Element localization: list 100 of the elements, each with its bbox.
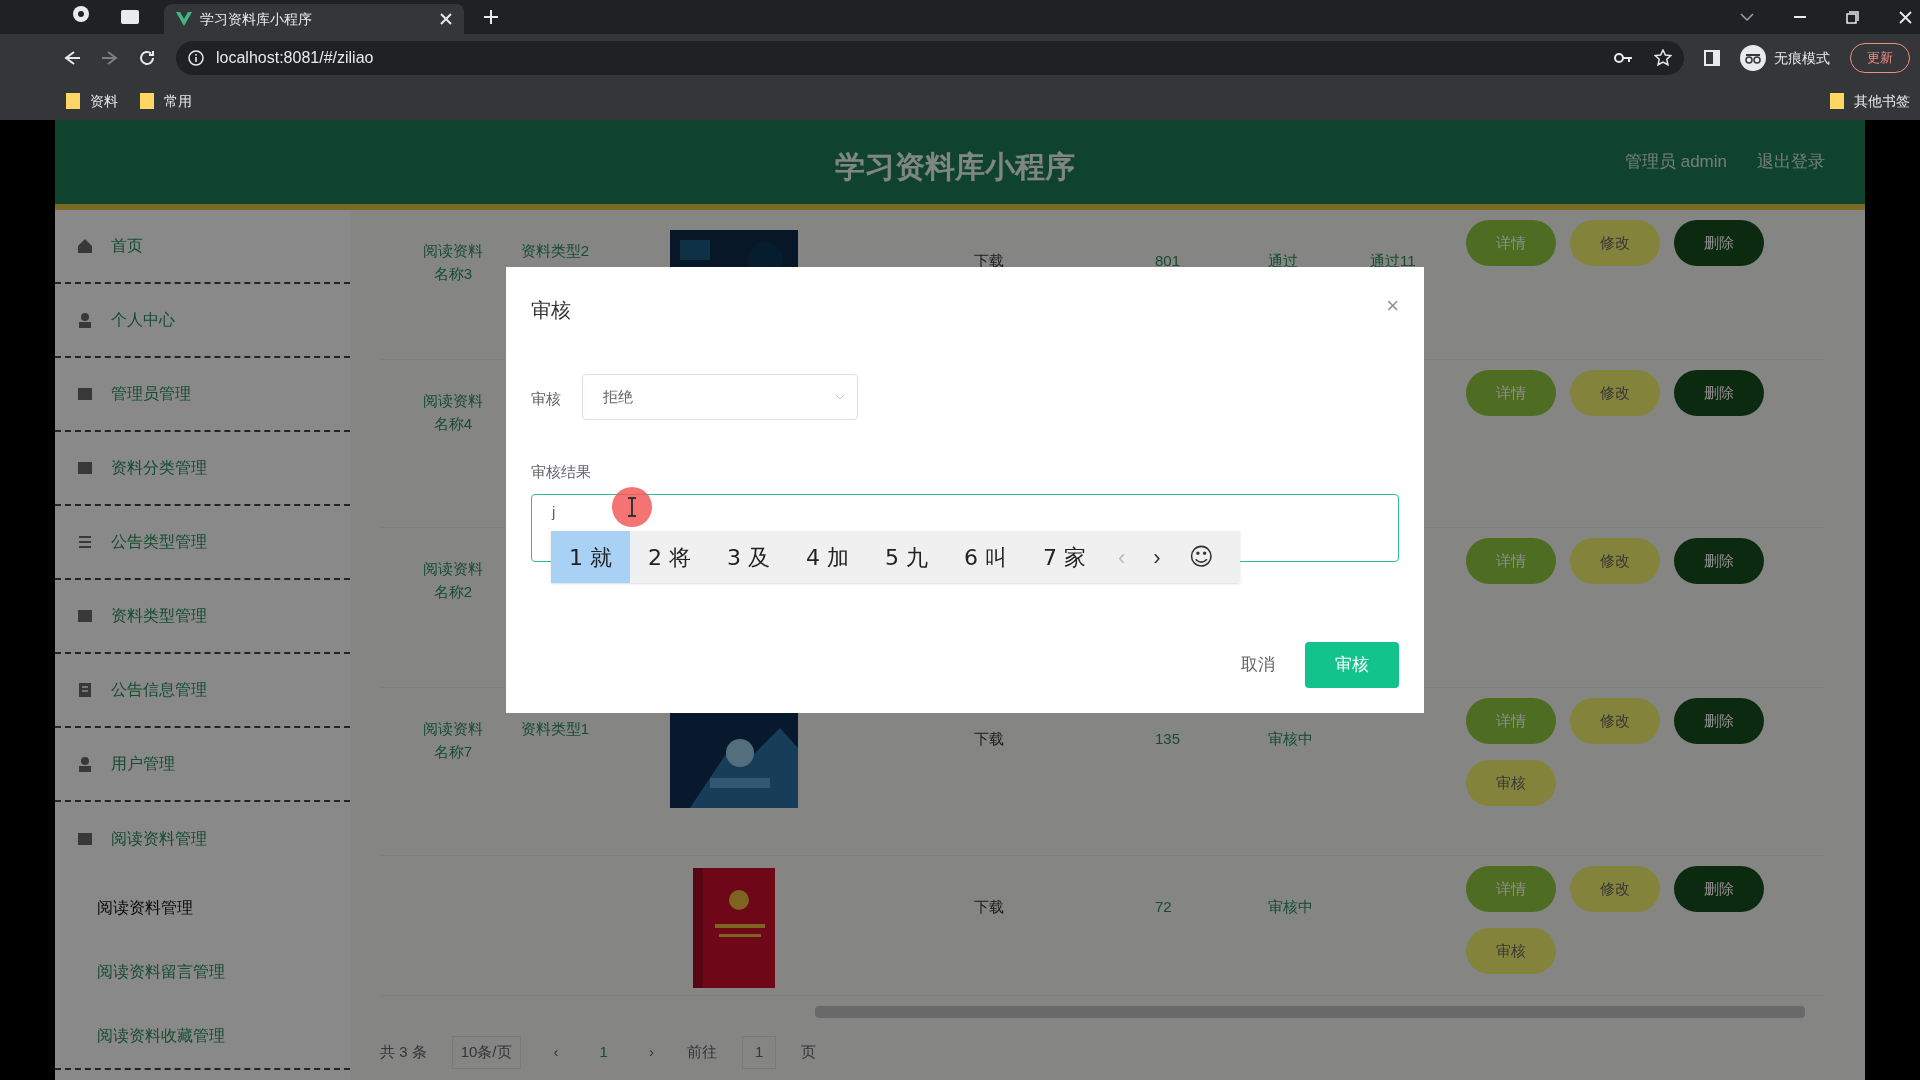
review-select[interactable]: 拒绝: [582, 374, 858, 420]
sidebar-label: 阅读资料管理: [111, 829, 207, 849]
delete-button[interactable]: 删除: [1674, 698, 1764, 744]
table-cell-text: 801: [1155, 251, 1181, 271]
total-count: 共 3 条: [380, 1042, 427, 1062]
close-button[interactable]: ×: [1386, 289, 1399, 322]
edit-button[interactable]: 修改: [1570, 220, 1660, 266]
bookmark-folder[interactable]: 资料: [90, 90, 118, 112]
bookmark-folder[interactable]: 其他书签: [1854, 90, 1910, 112]
delete-button[interactable]: 删除: [1674, 220, 1764, 266]
goto-label: 前往: [686, 1042, 717, 1062]
tab-search-icon[interactable]: [120, 9, 140, 25]
review-button[interactable]: 审核: [1466, 760, 1556, 806]
submenu-item[interactable]: 阅读资料收藏管理: [55, 1004, 350, 1068]
browser-icon[interactable]: [72, 5, 90, 23]
logout-link[interactable]: 退出登录: [1757, 149, 1825, 175]
page-size-select[interactable]: 10条/页: [451, 1036, 521, 1069]
scrollbar-thumb[interactable]: [815, 1006, 1805, 1018]
url-text: localhost:8081/#/ziliao: [216, 48, 374, 68]
sidebar-item[interactable]: 个人中心: [55, 284, 350, 358]
table-cell-text: 审核中: [1268, 897, 1313, 917]
text-cursor-icon: [612, 487, 652, 527]
address-bar[interactable]: localhost:8081/#/ziliao: [176, 41, 1684, 75]
sidebar-item[interactable]: 用户管理: [55, 728, 350, 802]
details-button[interactable]: 详情: [1466, 866, 1556, 912]
edit-button[interactable]: 修改: [1570, 698, 1660, 744]
reload-icon[interactable]: [138, 49, 156, 67]
document-icon: [77, 682, 93, 698]
delete-button[interactable]: 删除: [1674, 370, 1764, 416]
table-cell-text: 阅读资料名称2: [422, 559, 484, 602]
details-button[interactable]: 详情: [1466, 698, 1556, 744]
sidebar-item[interactable]: 资料分类管理: [55, 432, 350, 506]
tab-title: 学习资料库小程序: [200, 9, 313, 29]
edit-button[interactable]: 修改: [1570, 370, 1660, 416]
details-button[interactable]: 详情: [1466, 538, 1556, 584]
grid-icon: [77, 386, 93, 402]
table-cell-text: 阅读资料名称7: [422, 719, 484, 762]
forward-icon[interactable]: [100, 49, 118, 67]
close-icon[interactable]: [440, 13, 452, 25]
incognito-icon[interactable]: [1740, 45, 1766, 71]
sidebar-label: 个人中心: [111, 310, 175, 330]
chevron-down-icon[interactable]: [1740, 12, 1754, 22]
vue-logo-icon: [176, 12, 192, 26]
table-cell-text: 阅读资料名称3: [422, 241, 484, 284]
app-title: 学习资料库小程序: [835, 149, 1075, 185]
bookmark-folder[interactable]: 常用: [164, 90, 192, 112]
sidebar-item[interactable]: 公告信息管理: [55, 654, 350, 728]
sidebar-label: 资料类型管理: [111, 606, 207, 626]
review-button[interactable]: 审核: [1466, 928, 1556, 974]
table-cell-text: 下载: [974, 729, 1004, 749]
delete-button[interactable]: 删除: [1674, 538, 1764, 584]
table-cell-text: 通过11: [1370, 251, 1416, 271]
browser-tab[interactable]: 学习资料库小程序: [164, 4, 464, 34]
submenu-item[interactable]: 阅读资料管理: [55, 876, 350, 940]
restore-icon[interactable]: [1846, 10, 1859, 24]
key-icon[interactable]: [1614, 52, 1632, 64]
sidebar-label: 管理员管理: [111, 384, 191, 404]
sidebar-item[interactable]: 公告类型管理: [55, 506, 350, 580]
table-cell-text: 72: [1155, 897, 1172, 917]
sidebar-label: 公告类型管理: [111, 532, 207, 552]
sidebar-item[interactable]: 首页: [55, 210, 350, 284]
grid-icon: [77, 460, 93, 476]
admin-label: 管理员 admin: [1624, 151, 1727, 174]
incognito-label: 无痕模式: [1774, 48, 1830, 68]
field-label: 审核结果: [531, 462, 591, 482]
sidebar-item[interactable]: 阅读资料管理: [55, 802, 350, 876]
delete-button[interactable]: 删除: [1674, 866, 1764, 912]
next-page-button[interactable]: ›: [640, 1041, 662, 1064]
side-panel-icon[interactable]: [1704, 50, 1720, 66]
submenu-item[interactable]: 阅读资料留言管理: [55, 940, 350, 1004]
user-icon: [77, 756, 93, 772]
prev-page-button[interactable]: ‹: [545, 1041, 567, 1064]
page-number[interactable]: 1: [591, 1041, 616, 1064]
sidebar-item[interactable]: 管理员管理: [55, 358, 350, 432]
details-button[interactable]: 详情: [1466, 220, 1556, 266]
info-icon[interactable]: [188, 50, 204, 66]
edit-button[interactable]: 修改: [1570, 538, 1660, 584]
sidebar-label: 资料分类管理: [111, 458, 207, 478]
home-icon: [77, 238, 93, 254]
user-icon: [77, 312, 93, 328]
ime-candidate[interactable]: 1 就: [551, 531, 630, 583]
chevron-down-icon: [835, 394, 845, 400]
details-button[interactable]: 详情: [1466, 370, 1556, 416]
table-cell-text: 阅读资料名称4: [422, 391, 484, 434]
star-icon[interactable]: [1654, 49, 1672, 67]
sidebar-label: 公告信息管理: [111, 680, 207, 700]
sidebar-item[interactable]: 资料类型管理: [55, 580, 350, 654]
edit-button[interactable]: 修改: [1570, 866, 1660, 912]
dialog-title: 审核: [531, 298, 571, 323]
sidebar-label: 用户管理: [111, 754, 175, 774]
close-icon[interactable]: [1899, 10, 1912, 24]
back-icon[interactable]: [62, 49, 80, 67]
table-cell-text: 下载: [974, 251, 1004, 271]
new-tab-icon[interactable]: [484, 10, 498, 24]
table-cell-text: 审核中: [1268, 729, 1313, 749]
list-icon: [77, 534, 93, 550]
review-button[interactable]: 审核: [1305, 642, 1399, 688]
grid-icon: [77, 831, 93, 847]
table-cell-text: 资料类型1: [520, 719, 590, 739]
goto-page-field[interactable]: 1: [741, 1036, 777, 1069]
